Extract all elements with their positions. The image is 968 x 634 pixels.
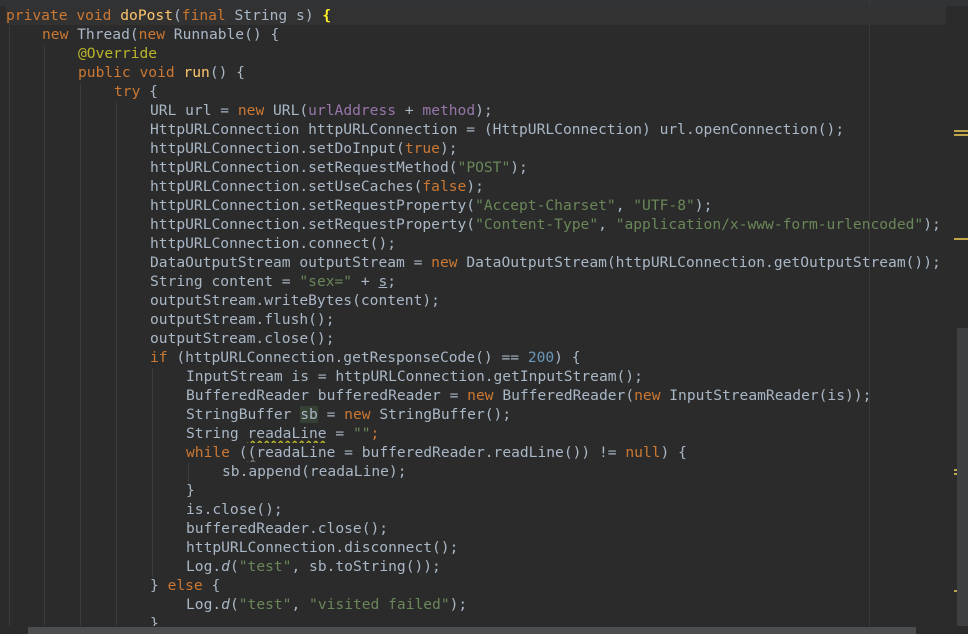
scrollbar-warning-marker[interactable]	[954, 238, 968, 240]
code-editor[interactable]: private void doPost(final String s) { ne…	[0, 0, 968, 634]
code-line-16[interactable]: outputStream.writeBytes(content);	[6, 291, 968, 310]
captured-param: s	[378, 273, 388, 290]
code-line-25[interactable]: sb.append(readaLine);	[6, 462, 968, 481]
code-line-8[interactable]: httpURLConnection.setDoInput(true);	[6, 139, 968, 158]
scrollbar-warning-marker[interactable]	[954, 134, 968, 136]
code-line-11[interactable]: httpURLConnection.setRequestProperty("Ac…	[6, 196, 968, 215]
code-line-21[interactable]: BufferedReader bufferedReader = new Buff…	[6, 386, 968, 405]
code-line-31[interactable]: } else {	[6, 576, 968, 595]
code-line-22[interactable]: StringBuffer sb = new StringBuffer();	[6, 405, 968, 424]
scrollbar-warning-marker[interactable]	[954, 130, 968, 132]
warning-identifier: readaLine	[247, 425, 327, 442]
code-line-20[interactable]: InputStream is = httpURLConnection.getIn…	[6, 367, 968, 386]
code-line-26[interactable]: }	[6, 481, 968, 500]
code-line-24[interactable]: while ((readaLine = bufferedReader.readL…	[6, 443, 968, 462]
horizontal-scrollbar-thumb[interactable]	[28, 627, 916, 634]
code-line-13[interactable]: httpURLConnection.connect();	[6, 234, 968, 253]
code-line-3[interactable]: @Override	[6, 44, 968, 63]
matched-brace: {	[322, 7, 332, 24]
vertical-scrollbar-thumb[interactable]	[957, 328, 968, 634]
code-line-27[interactable]: is.close();	[6, 500, 968, 519]
code-line-30[interactable]: Log.d("test", sb.toString());	[6, 557, 968, 576]
code-line-15[interactable]: String content = "sex=" + s;	[6, 272, 968, 291]
method-name: doPost	[120, 7, 173, 24]
code-line-18[interactable]: outputStream.close();	[6, 329, 968, 348]
code-line-17[interactable]: outputStream.flush();	[6, 310, 968, 329]
code-line-4[interactable]: public void run() {	[6, 63, 968, 82]
code-line-10[interactable]: httpURLConnection.setUseCaches(false);	[6, 177, 968, 196]
highlighted-identifier: sb	[300, 406, 318, 423]
code-line-29[interactable]: httpURLConnection.disconnect();	[6, 538, 968, 557]
code-line-12[interactable]: httpURLConnection.setRequestProperty("Co…	[6, 215, 968, 234]
code-line-7[interactable]: HttpURLConnection httpURLConnection = (H…	[6, 120, 968, 139]
warning-paren: (	[247, 444, 257, 461]
annotation: @Override	[78, 45, 158, 62]
code-line-32[interactable]: Log.d("test", "visited failed");	[6, 595, 968, 614]
code-line-5[interactable]: try {	[6, 82, 968, 101]
code-line-2[interactable]: new Thread(new Runnable() {	[6, 25, 968, 44]
code-line-23[interactable]: String readaLine = "";	[6, 424, 968, 443]
code-line-1[interactable]: private void doPost(final String s) {	[6, 6, 946, 25]
code-line-9[interactable]: httpURLConnection.setRequestMethod("POST…	[6, 158, 968, 177]
code-line-6[interactable]: URL url = new URL(urlAddress + method);	[6, 101, 968, 120]
code-line-14[interactable]: DataOutputStream outputStream = new Data…	[6, 253, 968, 272]
code-line-28[interactable]: bufferedReader.close();	[6, 519, 968, 538]
code-line-19[interactable]: if (httpURLConnection.getResponseCode() …	[6, 348, 968, 367]
